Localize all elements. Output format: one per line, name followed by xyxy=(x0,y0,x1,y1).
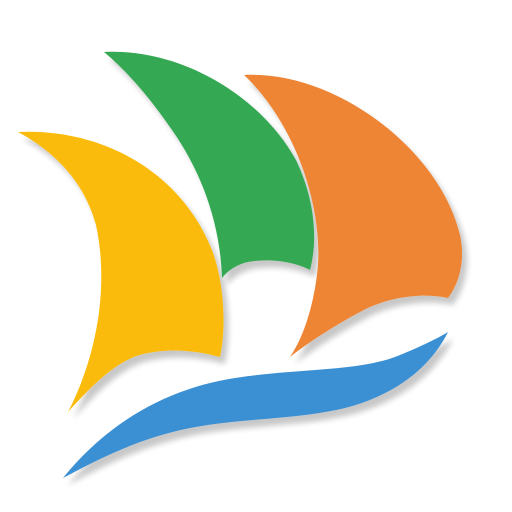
sailboat-logo xyxy=(0,0,512,512)
